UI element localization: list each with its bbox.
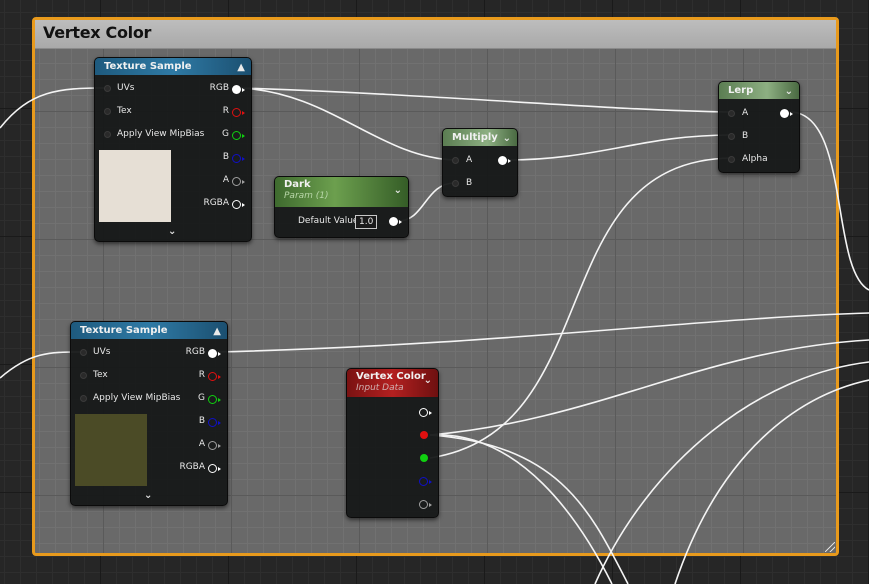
node-title: Texture Sample <box>104 61 192 72</box>
texture-preview-thumbnail <box>75 414 147 486</box>
output-label-r: R <box>222 106 229 116</box>
comment-title: Vertex Color <box>43 23 152 42</box>
dark-param-node[interactable]: Dark Param (1) ⌄ Default Value 1.0 <box>274 176 409 238</box>
output-label-r: R <box>198 370 205 380</box>
input-label-uvs: UVs <box>117 83 135 93</box>
collapse-chevron-up-icon[interactable]: ▲ <box>213 323 221 340</box>
input-label-alpha: Alpha <box>742 154 768 164</box>
node-header[interactable]: Lerp ⌄ <box>719 82 799 99</box>
output-pin[interactable] <box>780 109 793 118</box>
output-pin-b[interactable] <box>419 477 432 486</box>
input-label-uvs: UVs <box>93 347 111 357</box>
output-pin-rgb[interactable] <box>419 408 432 417</box>
input-pin-alpha[interactable] <box>728 156 735 163</box>
vertex-color-node[interactable]: Vertex Color Input Data ⌄ <box>346 368 439 518</box>
multiply-node[interactable]: Multiply ⌄ A B <box>442 128 518 197</box>
default-value-label: Default Value <box>298 216 359 226</box>
node-header[interactable]: Multiply ⌄ <box>443 129 517 146</box>
node-title: Dark <box>284 179 311 190</box>
input-pin-b[interactable] <box>728 133 735 140</box>
input-label-a: A <box>466 155 473 165</box>
output-pin-rgba[interactable] <box>208 464 221 473</box>
collapse-chevron-down-icon[interactable]: ⌄ <box>785 83 793 100</box>
resize-grip-icon[interactable] <box>825 542 835 552</box>
output-pin-a[interactable] <box>232 177 245 186</box>
output-label-g: G <box>222 129 229 139</box>
output-label-b: B <box>198 416 205 426</box>
output-label-rgb: RGB <box>185 347 205 357</box>
node-header[interactable]: Dark Param (1) ⌄ <box>275 177 408 207</box>
output-label-rgba: RGBA <box>179 462 205 472</box>
output-label-rgb: RGB <box>209 83 229 93</box>
output-pin-g[interactable] <box>420 454 428 462</box>
input-pin-mipbias[interactable] <box>104 131 111 138</box>
output-label-a: A <box>198 439 205 449</box>
node-header[interactable]: Texture Sample ▲ <box>71 322 227 339</box>
comment-header[interactable]: Vertex Color <box>35 20 836 49</box>
input-label-a: A <box>742 108 749 118</box>
input-pin-a[interactable] <box>452 157 459 164</box>
output-pin-rgba[interactable] <box>232 200 245 209</box>
output-label-b: B <box>222 152 229 162</box>
output-pin-a[interactable] <box>419 500 432 509</box>
input-pin-mipbias[interactable] <box>80 395 87 402</box>
output-label-a: A <box>222 175 229 185</box>
collapse-chevron-down-icon[interactable]: ⌄ <box>394 185 402 196</box>
output-label-rgba: RGBA <box>203 198 229 208</box>
input-pin-tex[interactable] <box>80 372 87 379</box>
output-pin-r[interactable] <box>232 108 245 117</box>
lerp-node[interactable]: Lerp ⌄ A B Alpha <box>718 81 800 173</box>
input-pin-uvs[interactable] <box>104 85 111 92</box>
texture-preview-thumbnail <box>99 150 171 222</box>
output-pin-a[interactable] <box>208 441 221 450</box>
input-pin-uvs[interactable] <box>80 349 87 356</box>
output-pin-b[interactable] <box>208 418 221 427</box>
input-label-tex: Tex <box>117 106 132 116</box>
node-title: Texture Sample <box>80 325 168 336</box>
input-pin-b[interactable] <box>452 180 459 187</box>
node-title: Multiply <box>452 132 498 143</box>
texture-sample-node-top[interactable]: Texture Sample ▲ UVs Tex Apply View MipB… <box>94 57 252 242</box>
output-pin-r[interactable] <box>420 431 428 439</box>
input-label-b: B <box>466 178 473 188</box>
node-subtitle: Param (1) <box>284 191 329 201</box>
output-pin[interactable] <box>498 156 511 165</box>
input-label-tex: Tex <box>93 370 108 380</box>
output-pin-rgb[interactable] <box>232 85 245 94</box>
default-value-field[interactable]: 1.0 <box>355 215 378 229</box>
output-pin-rgb[interactable] <box>208 349 221 358</box>
output-pin-value[interactable] <box>389 217 402 226</box>
texture-sample-node-bottom[interactable]: Texture Sample ▲ UVs Tex Apply View MipB… <box>70 321 228 506</box>
output-pin-g[interactable] <box>208 395 221 404</box>
output-pin-r[interactable] <box>208 372 221 381</box>
node-header[interactable]: Texture Sample ▲ <box>95 58 251 75</box>
output-label-g: G <box>198 393 205 403</box>
input-pin-a[interactable] <box>728 110 735 117</box>
input-label-b: B <box>742 131 749 141</box>
input-label-mipbias: Apply View MipBias <box>93 393 181 403</box>
node-header[interactable]: Vertex Color Input Data ⌄ <box>347 369 438 397</box>
collapse-chevron-down-icon[interactable]: ⌄ <box>503 130 511 147</box>
input-pin-tex[interactable] <box>104 108 111 115</box>
collapse-chevron-up-icon[interactable]: ▲ <box>237 59 245 76</box>
collapse-chevron-down-icon[interactable]: ⌄ <box>424 375 432 386</box>
expand-chevron-down-icon[interactable]: ⌄ <box>144 490 152 501</box>
output-pin-g[interactable] <box>232 131 245 140</box>
input-label-mipbias: Apply View MipBias <box>117 129 205 139</box>
expand-chevron-down-icon[interactable]: ⌄ <box>168 226 176 237</box>
node-title: Lerp <box>728 85 754 96</box>
output-pin-b[interactable] <box>232 154 245 163</box>
